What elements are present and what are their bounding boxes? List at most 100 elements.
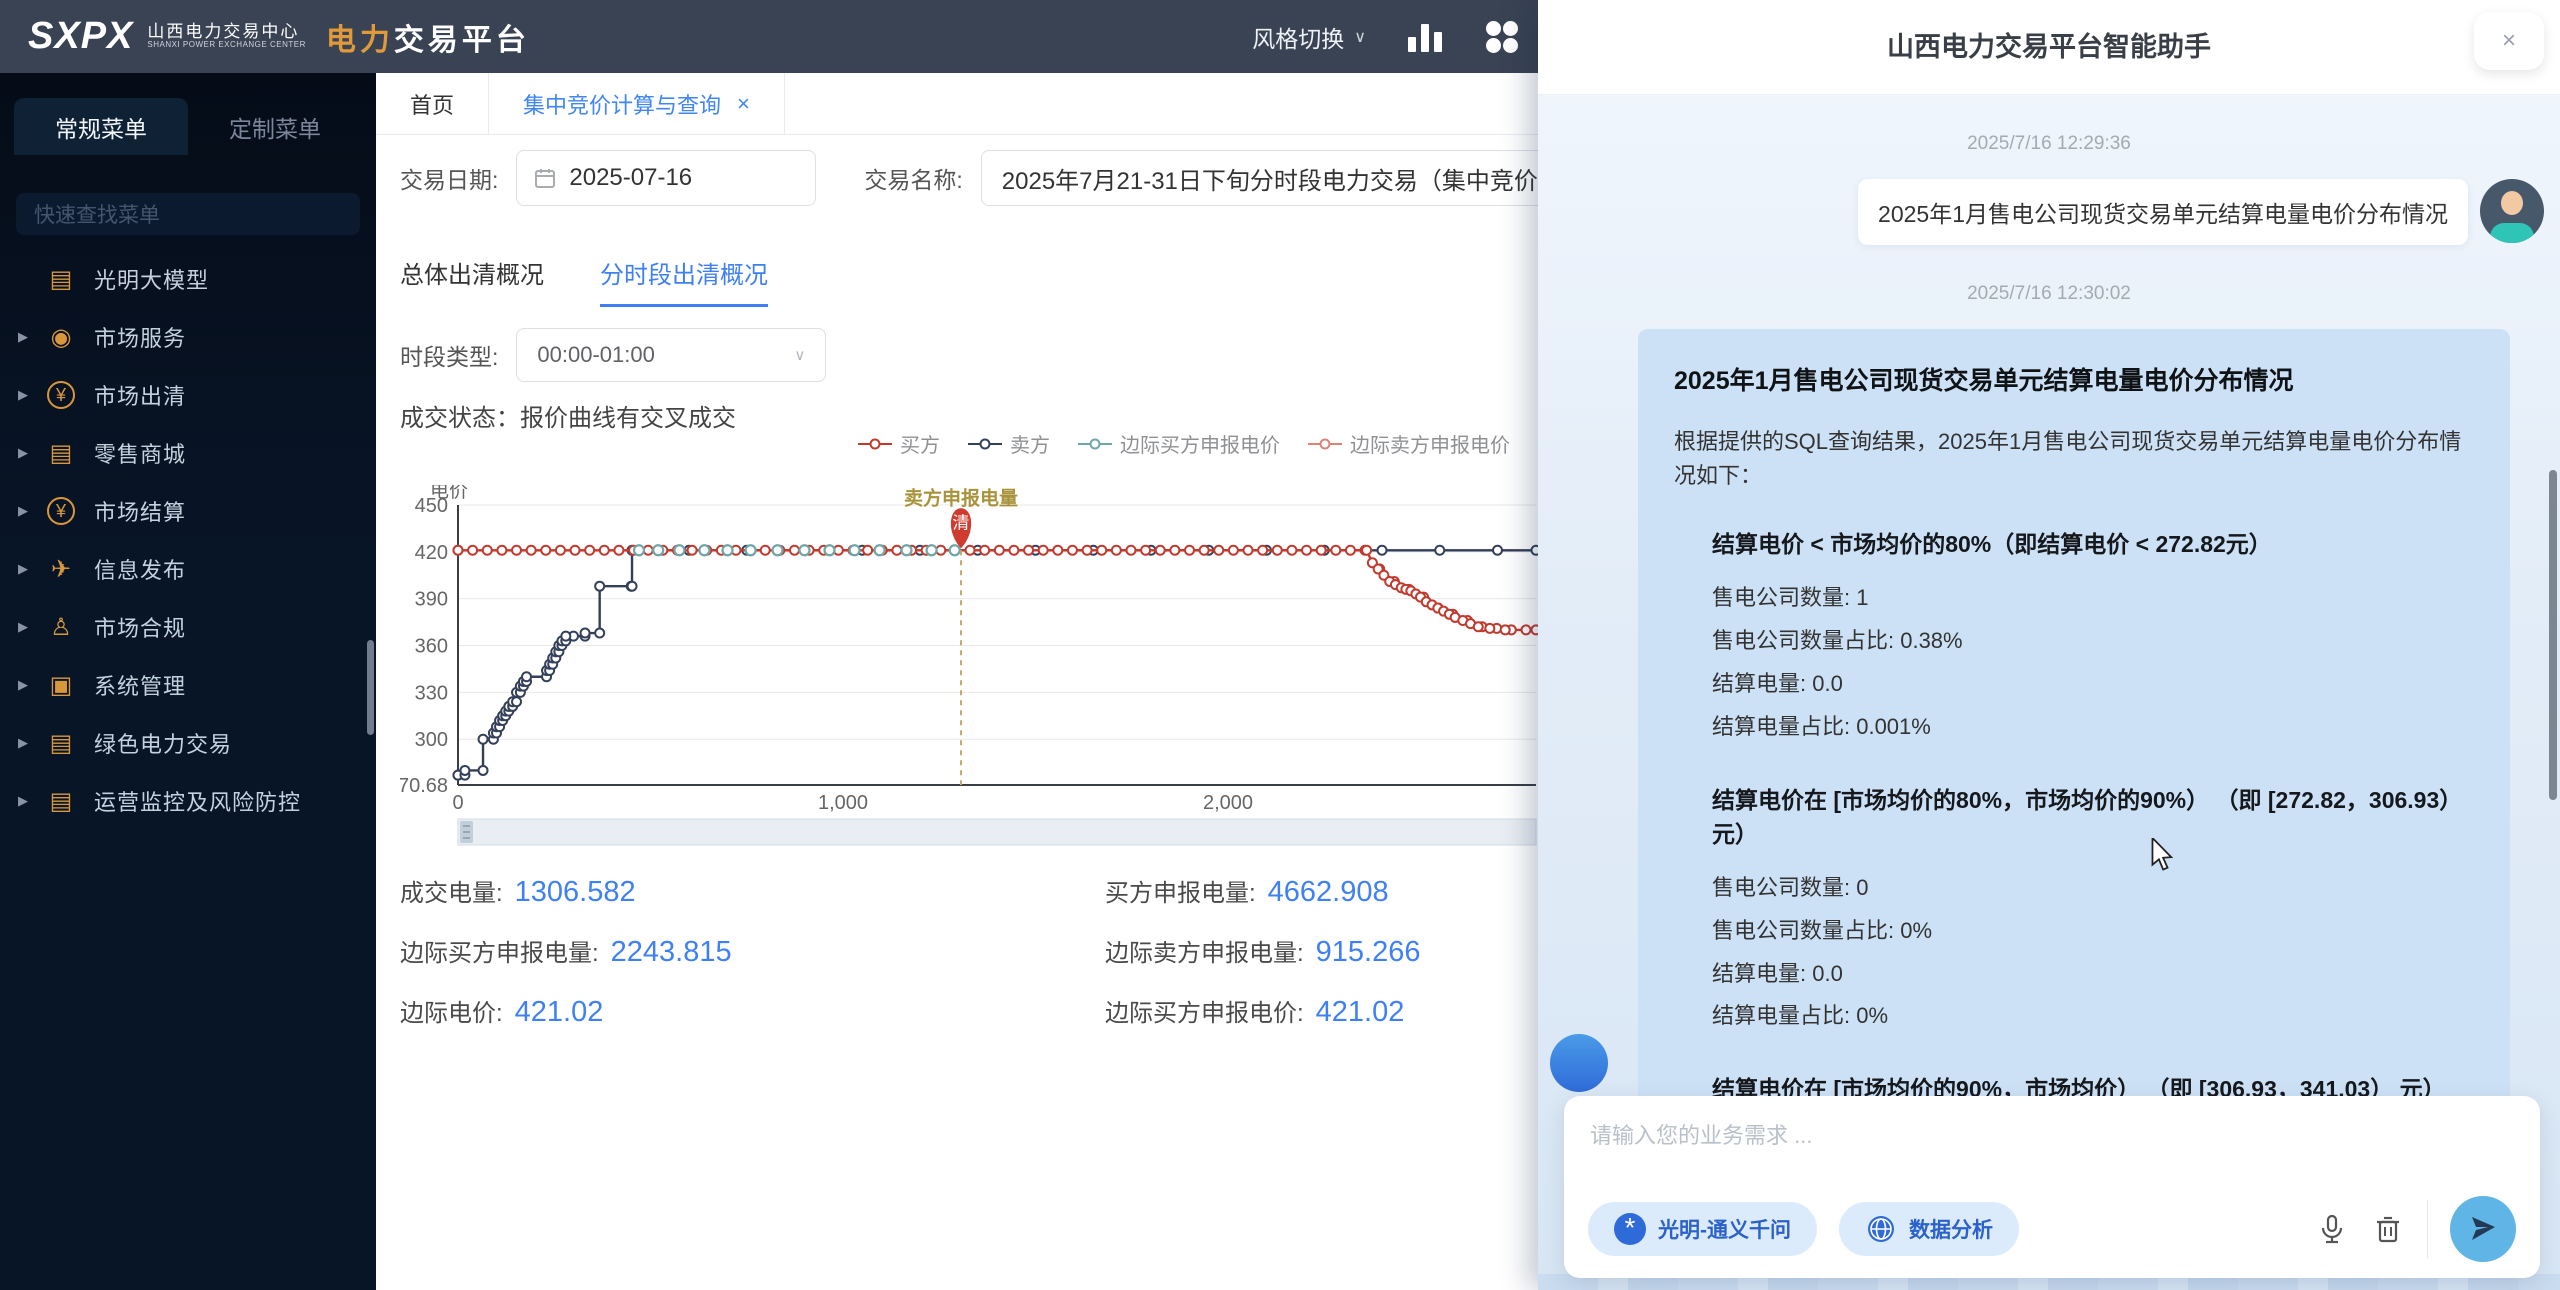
bar-chart-icon[interactable] [1408, 22, 1442, 52]
model-icon: * [1614, 1213, 1646, 1245]
menu-item-icon: ♙ [44, 613, 78, 642]
svg-text:1,000: 1,000 [818, 792, 868, 814]
expand-arrow-icon[interactable]: ▶ [18, 619, 44, 635]
stat-value: 4662.908 [1268, 876, 1389, 909]
expand-arrow-icon[interactable]: ▶ [18, 503, 44, 519]
legend-marker-icon [858, 443, 892, 445]
expand-arrow-icon[interactable]: ▶ [18, 387, 44, 403]
menu-item-icon: ¥ [47, 381, 75, 409]
expand-arrow-icon[interactable]: ▶ [18, 677, 44, 693]
model-pill-button[interactable]: * 光明-通义千问 [1588, 1202, 1817, 1256]
org-name-cn: 山西电力交易中心 [147, 23, 305, 42]
assistant-header: 山西电力交易平台智能助手 [1538, 0, 2560, 95]
subtab-period-clearing[interactable]: 分时段出清概况 [600, 255, 768, 307]
expand-arrow-icon[interactable]: ▶ [18, 735, 44, 751]
legend-item[interactable]: 边际卖方申报电价 [1308, 429, 1510, 458]
clearing-status-text: 成交状态：报价曲线有交叉成交 [400, 398, 736, 433]
send-button[interactable] [2450, 1196, 2516, 1262]
trade-date-input[interactable]: 2025-07-16 [516, 150, 816, 206]
svg-text:360: 360 [415, 636, 448, 658]
svg-text:0: 0 [452, 792, 463, 814]
sidebar: 常规菜单 定制菜单 快速查找菜单 ▤光明大模型▶◉市场服务▶¥市场出清▶▤零售商… [0, 73, 376, 1290]
sidebar-menu: ▤光明大模型▶◉市场服务▶¥市场出清▶▤零售商城▶¥市场结算▶✈信息发布▶♙市场… [0, 250, 376, 830]
section-heading: 结算电价在 [市场均价的80%，市场均价的90%） （即 [272.82，306… [1674, 781, 2474, 849]
product-title: 电力交易平台 [326, 15, 530, 59]
expand-arrow-icon[interactable]: ▶ [18, 445, 44, 461]
mouse-cursor [2148, 838, 2178, 872]
menu-item-label: 绿色电力交易 [94, 727, 232, 759]
user-message-row: 2025年1月售电公司现货交易单元结算电量电价分布情况 [1538, 179, 2560, 245]
user-avatar [2480, 179, 2544, 243]
sidebar-item[interactable]: ▶¥ 市场出清 [0, 366, 376, 424]
legend-marker-icon [1308, 443, 1342, 445]
tab-home[interactable]: 首页 [376, 73, 489, 134]
data-analysis-pill-button[interactable]: 数据分析 [1839, 1202, 2019, 1256]
globe-icon [1865, 1213, 1897, 1245]
stat-label: 边际卖方申报电量: [1105, 933, 1304, 968]
expand-arrow-icon[interactable]: ▶ [18, 793, 44, 809]
sidebar-item[interactable]: ▶▤运营监控及风险防控 [0, 772, 376, 830]
logo-text: SXPX [28, 15, 133, 58]
trade-date-label: 交易日期: [400, 161, 498, 195]
legend-item[interactable]: 边际买方申报电价 [1078, 429, 1280, 458]
microphone-icon[interactable] [2315, 1212, 2349, 1246]
sidebar-item[interactable]: ▤光明大模型 [0, 250, 376, 308]
menu-item-label: 市场服务 [94, 321, 186, 353]
menu-item-icon: ▣ [44, 671, 78, 700]
legend-marker-icon [1078, 443, 1112, 445]
subtab-overall-clearing[interactable]: 总体出清概况 [400, 255, 544, 307]
menu-item-icon: ◉ [44, 323, 78, 352]
sidebar-item[interactable]: ▶▤零售商城 [0, 424, 376, 482]
chat-scrollbar[interactable] [2549, 470, 2557, 800]
chevron-down-icon: ∨ [794, 346, 805, 364]
expand-arrow-icon[interactable]: ▶ [18, 329, 44, 345]
clearing-chart-svg[interactable]: 450420390360330300270.6801,0002,000电价卖方申… [400, 485, 1540, 851]
legend-label: 边际卖方申报电价 [1350, 429, 1510, 458]
sidebar-item[interactable]: ▶▤ 绿色电力交易 [0, 714, 376, 772]
svg-text:330: 330 [415, 682, 448, 704]
sidebar-item[interactable]: ▶¥市场结算 [0, 482, 376, 540]
trash-icon[interactable] [2371, 1212, 2405, 1246]
chevron-down-icon: ∨ [1354, 27, 1366, 47]
svg-text:300: 300 [415, 729, 448, 751]
menu-search-input[interactable]: 快速查找菜单 [16, 193, 360, 235]
style-switch-dropdown[interactable]: 风格切换 ∨ [1252, 20, 1366, 54]
logo: SXPX 山西电力交易中心 SHANXI POWER EXCHANGE CENT… [28, 15, 530, 59]
chat-input-panel[interactable]: 请输入您的业务需求 ... * 光明-通义千问 数据分析 [1564, 1096, 2540, 1278]
close-assistant-button[interactable]: × [2474, 12, 2544, 70]
sidebar-tab-custom-menu[interactable]: 定制菜单 [188, 98, 362, 155]
sidebar-scrollbar[interactable] [367, 640, 374, 735]
legend-item[interactable]: 卖方 [968, 429, 1050, 458]
tab-centralized-bidding[interactable]: 集中竞价计算与查询 × [489, 73, 785, 134]
stat-label: 成交电量: [400, 873, 503, 908]
menu-item-icon: ▤ [44, 729, 78, 758]
tab-close-icon[interactable]: × [737, 91, 750, 117]
stat-label: 边际电价: [400, 993, 503, 1028]
stat-value: 915.266 [1316, 936, 1421, 969]
legend-item[interactable]: 买方 [858, 429, 940, 458]
menu-search-placeholder: 快速查找菜单 [34, 199, 160, 229]
sidebar-item[interactable]: ▶▣ 系统管理 [0, 656, 376, 714]
ai-assistant-panel: 2025/7/16 12:29:36 2025年1月售电公司现货交易单元结算电量… [1538, 0, 2560, 1290]
stat-label: 边际买方申报电量: [400, 933, 599, 968]
sidebar-item[interactable]: ▶◉ 市场服务 [0, 308, 376, 366]
legend-label: 边际买方申报电价 [1120, 429, 1280, 458]
sidebar-item[interactable]: ▶♙市场合规 [0, 598, 376, 656]
stat-value: 421.02 [515, 996, 604, 1029]
period-type-select[interactable]: 00:00-01:00 ∨ [516, 328, 826, 382]
sidebar-item[interactable]: ▶✈信息发布 [0, 540, 376, 598]
stat-value: 1306.582 [515, 876, 636, 909]
menu-item-icon: ▤ [44, 787, 78, 816]
menu-item-icon: ▤ [44, 439, 78, 468]
expand-arrow-icon[interactable]: ▶ [18, 561, 44, 577]
menu-item-label: 市场出清 [94, 379, 186, 411]
apps-grid-icon[interactable] [1484, 19, 1520, 55]
stat-value: 421.02 [1316, 996, 1405, 1029]
trade-date-value: 2025-07-16 [569, 164, 692, 192]
stat-label: 买方申报电量: [1105, 873, 1256, 908]
sidebar-tab-regular-menu[interactable]: 常规菜单 [14, 98, 188, 155]
period-type-label: 时段类型: [400, 338, 498, 372]
trade-name-label: 交易名称: [864, 161, 962, 195]
menu-item-label: 系统管理 [94, 669, 186, 701]
org-name-en: SHANXI POWER EXCHANGE CENTER [147, 41, 305, 50]
